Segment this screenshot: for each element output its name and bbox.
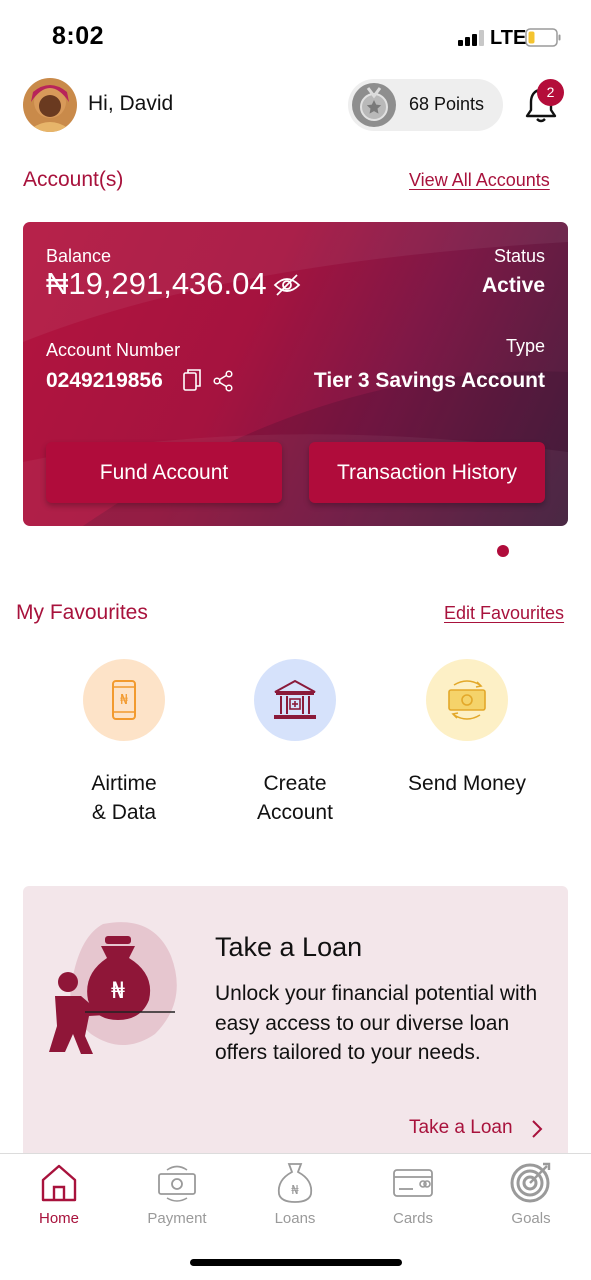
bank-building-icon	[254, 659, 336, 741]
take-loan-link[interactable]: Take a Loan	[409, 1117, 513, 1139]
points-pill[interactable]: 68 Points	[348, 79, 503, 131]
favourite-label: & Data	[91, 801, 157, 824]
avatar[interactable]	[23, 78, 77, 132]
fund-account-button[interactable]: Fund Account	[46, 442, 282, 503]
favourite-label: Account	[257, 801, 333, 824]
notification-badge: 2	[537, 79, 564, 106]
account-card: Balance ₦19,291,436.04 Status Active Acc…	[23, 222, 568, 526]
favourite-label: Airtime	[91, 772, 157, 795]
network-label: LTE	[490, 27, 527, 49]
favourite-label: Send Money	[408, 772, 526, 795]
cash-transfer-icon	[426, 659, 508, 741]
loan-card: ₦ Take a Loan Unlock your financial pote…	[23, 886, 568, 1166]
balance-value: ₦19,291,436.04	[46, 266, 267, 301]
phone-naira-icon: ₦	[83, 659, 165, 741]
account-number-value: 0249219856	[46, 369, 163, 392]
nav-goals[interactable]: Goals	[476, 1160, 586, 1227]
nav-label: Loans	[274, 1210, 316, 1227]
favourite-create-account[interactable]: Create Account	[215, 659, 375, 827]
home-icon	[41, 1164, 77, 1202]
type-label: Type	[505, 336, 545, 356]
account-number-label: Account Number	[46, 340, 181, 360]
loan-title: Take a Loan	[215, 932, 363, 962]
points-label: 68 Points	[409, 94, 485, 114]
edit-favourites-link[interactable]: Edit Favourites	[444, 603, 564, 624]
svg-text:₦: ₦	[120, 693, 129, 708]
share-icon[interactable]	[212, 370, 234, 392]
nav-home[interactable]: Home	[4, 1160, 114, 1227]
card-icon	[393, 1169, 433, 1197]
nav-label: Home	[38, 1210, 79, 1227]
loans-bag-icon: ₦	[277, 1163, 313, 1203]
status-label: Status	[493, 246, 545, 266]
nav-label: Goals	[511, 1210, 551, 1227]
favourite-send-money[interactable]: Send Money	[387, 659, 547, 798]
greeting: Hi, David	[88, 92, 174, 115]
chevron-right-icon[interactable]	[530, 1118, 544, 1140]
nav-cards[interactable]: Cards	[358, 1160, 468, 1227]
nav-label: Cards	[392, 1210, 433, 1227]
favourite-label: Create	[263, 772, 327, 795]
medal-icon	[352, 83, 396, 127]
balance-label: Balance	[46, 246, 112, 266]
favourite-airtime-data[interactable]: ₦ Airtime & Data	[44, 659, 204, 827]
target-icon	[510, 1162, 551, 1203]
view-all-accounts-link[interactable]: View All Accounts	[409, 170, 550, 191]
signal-icon	[458, 30, 484, 46]
status-time: 8:02	[52, 22, 105, 50]
status-bar: 8:02 LTE	[0, 0, 591, 70]
nav-label: Payment	[147, 1210, 207, 1227]
accounts-title: Account(s)	[23, 168, 124, 191]
nav-loans[interactable]: ₦ Loans	[240, 1160, 350, 1227]
loan-description: Unlock your financial potential with eas…	[215, 982, 538, 1064]
favourites-title: My Favourites	[16, 601, 148, 624]
home-indicator	[190, 1259, 402, 1266]
status-value: Active	[481, 274, 545, 297]
transaction-history-button[interactable]: Transaction History	[309, 442, 545, 503]
copy-icon[interactable]	[182, 368, 202, 392]
loan-illustration: ₦	[49, 922, 177, 1054]
battery-icon	[525, 28, 561, 47]
hide-balance-icon[interactable]	[273, 273, 301, 297]
svg-text:₦: ₦	[111, 979, 125, 1004]
carousel-dot[interactable]	[497, 545, 509, 557]
nav-payment[interactable]: Payment	[122, 1160, 232, 1227]
type-value: Tier 3 Savings Account	[313, 369, 545, 392]
svg-text:₦: ₦	[291, 1183, 299, 1197]
payment-icon	[158, 1165, 196, 1202]
